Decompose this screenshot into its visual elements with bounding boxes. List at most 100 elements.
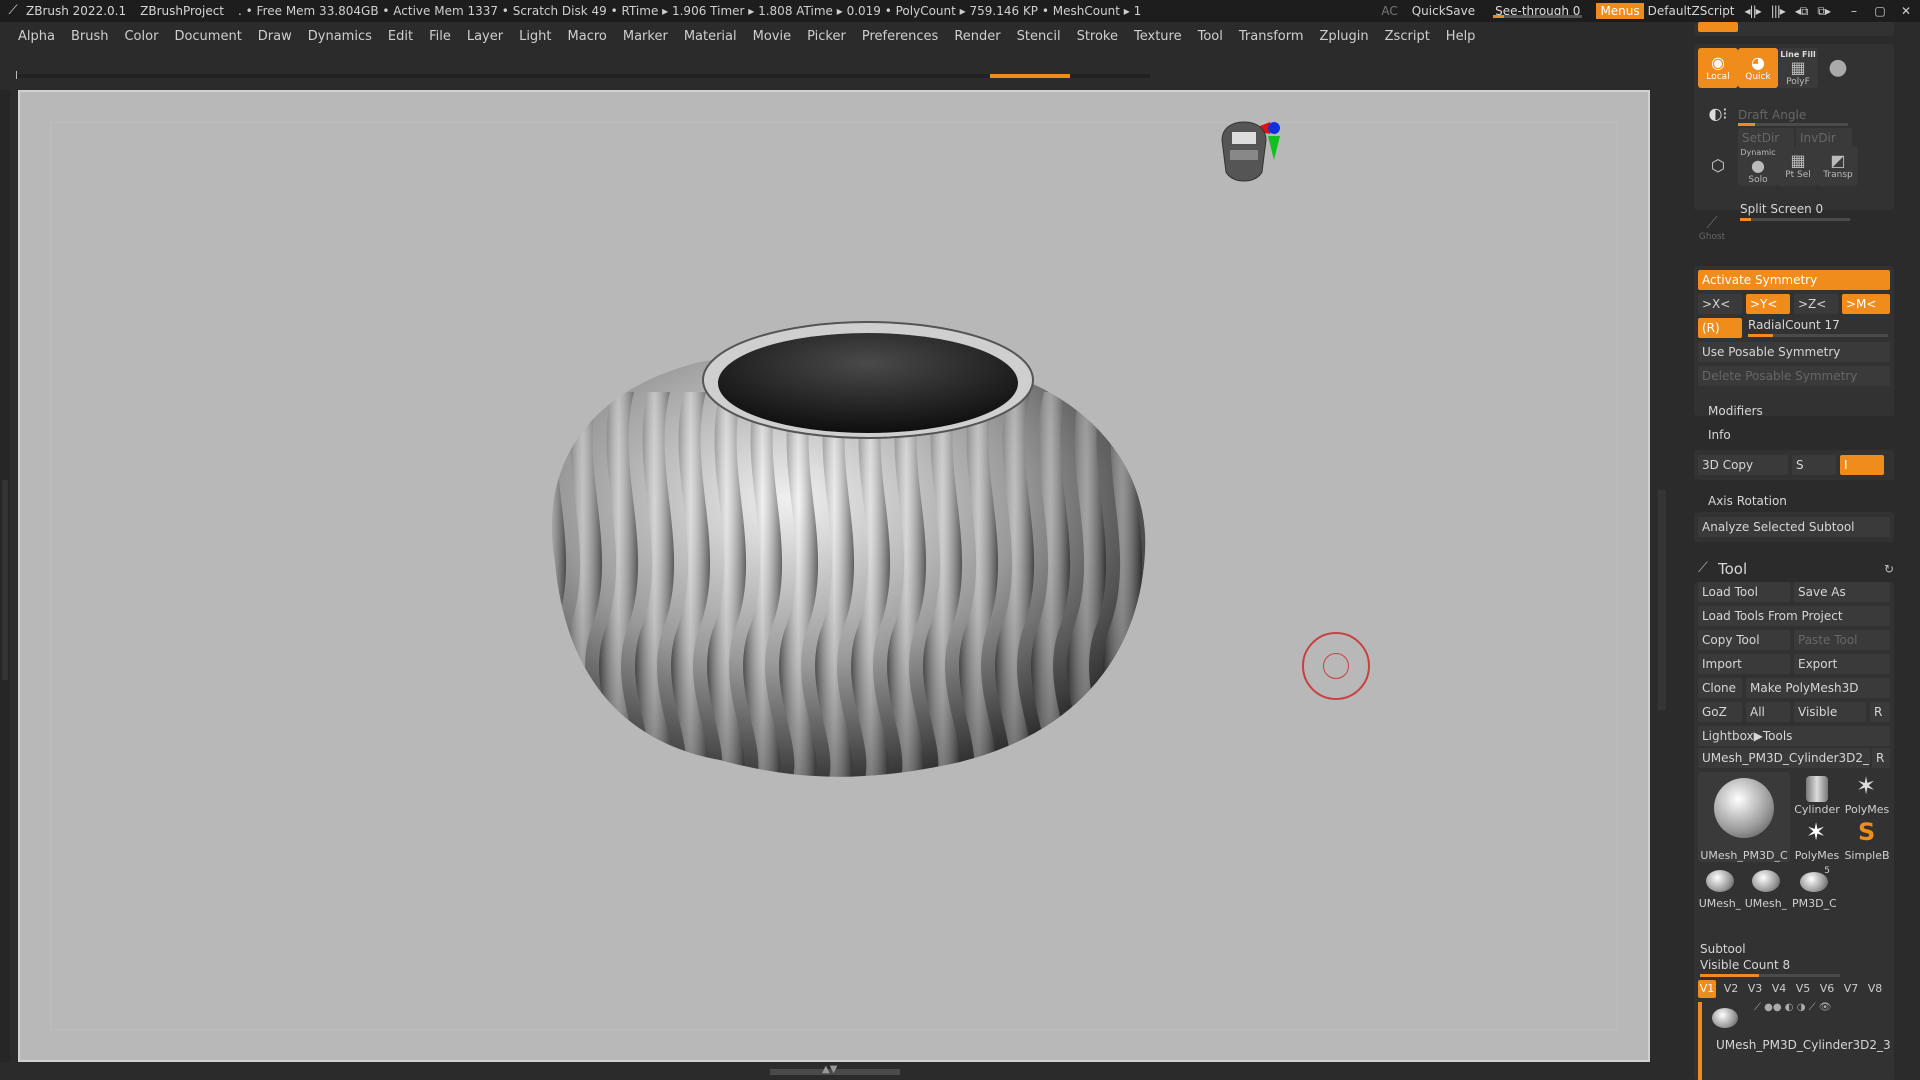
tool-thumb-umesh-2[interactable]: UMesh_ bbox=[1744, 866, 1788, 910]
activate-symmetry-button[interactable]: Activate Symmetry bbox=[1698, 270, 1890, 290]
menu-stencil[interactable]: Stencil bbox=[1017, 29, 1061, 44]
radial-count-slider[interactable] bbox=[1748, 334, 1888, 337]
tool-thumb-umesh-1[interactable]: UMesh_ bbox=[1698, 866, 1742, 910]
view-tab-v1[interactable]: V1 bbox=[1698, 980, 1716, 998]
menu-transform[interactable]: Transform bbox=[1239, 29, 1304, 44]
view-tab-v8[interactable]: V8 bbox=[1866, 980, 1884, 998]
menu-marker[interactable]: Marker bbox=[623, 29, 668, 44]
symmetry-y-button[interactable]: >Y< bbox=[1746, 294, 1790, 314]
subtool-toggle-icons[interactable]: ⟋ ●● ◐ ◑ ⟋ 👁 bbox=[1754, 1002, 1832, 1013]
vase-model[interactable] bbox=[527, 321, 1146, 782]
solo-button[interactable]: Dynamic ● Solo bbox=[1738, 146, 1778, 186]
right-tray-handle[interactable] bbox=[1658, 490, 1666, 710]
goz-all-button[interactable]: All bbox=[1746, 702, 1790, 722]
lightbox-tools-button[interactable]: Lightbox▶Tools bbox=[1698, 726, 1890, 746]
tool-thumb-cylinder[interactable]: Cylinder bbox=[1794, 772, 1840, 816]
radial-r-button[interactable]: (R) bbox=[1698, 318, 1742, 338]
menu-zscript[interactable]: Zscript bbox=[1385, 29, 1430, 44]
tool-thumb-polymesh-1[interactable]: ✶ PolyMes bbox=[1844, 772, 1890, 816]
export-button[interactable]: Export bbox=[1794, 654, 1890, 674]
local-button[interactable]: ◉ Local bbox=[1698, 48, 1738, 88]
layout-icon-1[interactable]: ◂||▸ bbox=[1745, 4, 1762, 18]
default-zscript-button[interactable]: DefaultZScript bbox=[1648, 4, 1735, 18]
menu-material[interactable]: Material bbox=[684, 29, 737, 44]
analyze-selected-subtool-button[interactable]: Analyze Selected Subtool bbox=[1698, 517, 1890, 537]
copy-i-button[interactable]: I bbox=[1840, 455, 1884, 475]
menu-layer[interactable]: Layer bbox=[467, 29, 503, 44]
paste-tool-button[interactable]: Paste Tool bbox=[1794, 630, 1890, 650]
setdir-button[interactable]: SetDir bbox=[1738, 128, 1794, 148]
load-tool-button[interactable]: Load Tool bbox=[1698, 582, 1790, 602]
menu-render[interactable]: Render bbox=[954, 29, 1000, 44]
copy-s-button[interactable]: S bbox=[1792, 455, 1836, 475]
goz-button[interactable]: GoZ bbox=[1698, 702, 1742, 722]
polyf-button[interactable]: Line Fill ▦ PolyF bbox=[1778, 48, 1818, 88]
symmetry-z-button[interactable]: >Z< bbox=[1794, 294, 1838, 314]
tool-thumb-main[interactable]: UMesh_PM3D_C bbox=[1698, 772, 1790, 862]
view-tab-v2[interactable]: V2 bbox=[1722, 980, 1740, 998]
menu-picker[interactable]: Picker bbox=[807, 29, 846, 44]
clone-button[interactable]: Clone bbox=[1698, 678, 1742, 698]
menu-color[interactable]: Color bbox=[124, 29, 158, 44]
partial-orange-button[interactable] bbox=[1698, 22, 1738, 32]
draft-angle-slider[interactable] bbox=[1738, 123, 1848, 126]
ghost-button[interactable]: ⟋ Ghost bbox=[1694, 210, 1730, 246]
view-tab-v6[interactable]: V6 bbox=[1818, 980, 1836, 998]
menu-zplugin[interactable]: Zplugin bbox=[1320, 29, 1369, 44]
goz-visible-button[interactable]: Visible bbox=[1794, 702, 1866, 722]
current-tool-r-button[interactable]: R bbox=[1872, 748, 1890, 768]
symmetry-m-button[interactable]: >M< bbox=[1842, 294, 1890, 314]
delete-posable-symmetry-button[interactable]: Delete Posable Symmetry bbox=[1698, 366, 1890, 386]
subtool-item-name[interactable]: UMesh_PM3D_Cylinder3D2_3 bbox=[1716, 1038, 1891, 1052]
cube-toggle[interactable]: ⬡ bbox=[1698, 146, 1738, 186]
navigation-gizmo[interactable] bbox=[1221, 121, 1280, 182]
see-through-slider[interactable]: See-through 0 bbox=[1489, 4, 1586, 18]
3d-model-render[interactable] bbox=[20, 92, 1652, 1064]
symmetry-x-button[interactable]: >X< bbox=[1698, 294, 1742, 314]
minimize-icon[interactable]: – bbox=[1846, 4, 1862, 18]
material-sphere-button[interactable]: ● bbox=[1818, 48, 1858, 88]
ac-toggle[interactable]: AC bbox=[1381, 4, 1397, 18]
subtool-title[interactable]: Subtool bbox=[1700, 942, 1746, 956]
tool-thumb-pm3d[interactable]: 5 PM3D_C bbox=[1792, 866, 1836, 910]
modifiers-header[interactable]: Modifiers bbox=[1708, 404, 1763, 418]
tool-thumb-simplebrush[interactable]: S SimpleB bbox=[1844, 818, 1890, 862]
tool-palette-title[interactable]: Tool bbox=[1718, 560, 1747, 578]
load-tools-from-project-button[interactable]: Load Tools From Project bbox=[1698, 606, 1890, 626]
view-tab-v3[interactable]: V3 bbox=[1746, 980, 1764, 998]
menu-file[interactable]: File bbox=[429, 29, 451, 44]
refresh-icon[interactable]: ↻ bbox=[1884, 562, 1894, 576]
canvas-viewport[interactable] bbox=[18, 90, 1650, 1062]
menu-texture[interactable]: Texture bbox=[1134, 29, 1182, 44]
goz-r-button[interactable]: R bbox=[1870, 702, 1890, 722]
expand-arrows-icon[interactable]: ▲▼ bbox=[822, 1064, 837, 1075]
menu-light[interactable]: Light bbox=[519, 29, 551, 44]
menu-macro[interactable]: Macro bbox=[568, 29, 607, 44]
copy-tool-button[interactable]: Copy Tool bbox=[1698, 630, 1790, 650]
view-tab-v5[interactable]: V5 bbox=[1794, 980, 1812, 998]
menu-document[interactable]: Document bbox=[174, 29, 241, 44]
subtool-thumb[interactable] bbox=[1708, 1004, 1742, 1034]
menu-edit[interactable]: Edit bbox=[388, 29, 413, 44]
left-tray-handle[interactable] bbox=[2, 480, 8, 680]
menu-help[interactable]: Help bbox=[1446, 29, 1476, 44]
make-polymesh3d-button[interactable]: Make PolyMesh3D bbox=[1746, 678, 1890, 698]
view-tab-v7[interactable]: V7 bbox=[1842, 980, 1860, 998]
layout-icon-4[interactable]: ⧉▸ bbox=[1817, 4, 1831, 19]
invdir-button[interactable]: InvDir bbox=[1796, 128, 1852, 148]
transp-button[interactable]: ◩ Transp bbox=[1818, 146, 1858, 186]
visible-count-slider[interactable] bbox=[1700, 974, 1840, 977]
menus-toggle[interactable]: Menus bbox=[1596, 3, 1644, 19]
3d-copy-button[interactable]: 3D Copy bbox=[1698, 455, 1788, 475]
save-as-button[interactable]: Save As bbox=[1794, 582, 1890, 602]
split-screen-slider[interactable] bbox=[1740, 218, 1850, 221]
menu-draw[interactable]: Draw bbox=[258, 29, 292, 44]
menu-movie[interactable]: Movie bbox=[753, 29, 791, 44]
view-tab-v4[interactable]: V4 bbox=[1770, 980, 1788, 998]
menu-alpha[interactable]: Alpha bbox=[18, 29, 55, 44]
layout-icon-3[interactable]: ◂⧉ bbox=[1795, 4, 1809, 19]
quicksave-button[interactable]: QuickSave bbox=[1412, 4, 1475, 18]
close-icon[interactable]: ✕ bbox=[1898, 4, 1914, 18]
menu-stroke[interactable]: Stroke bbox=[1077, 29, 1118, 44]
axis-rotation-header[interactable]: Axis Rotation bbox=[1708, 494, 1787, 508]
